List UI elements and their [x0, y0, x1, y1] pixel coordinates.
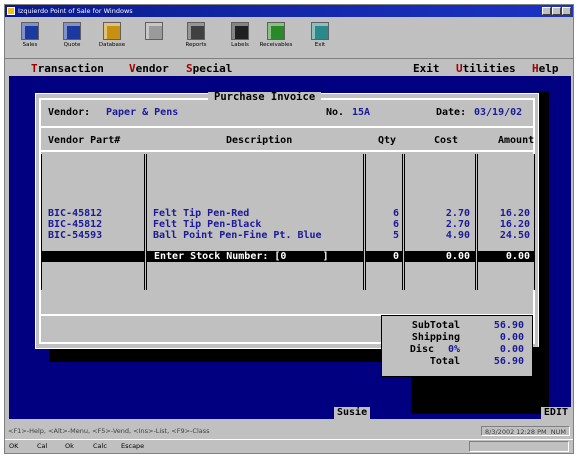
taskbar-item[interactable]: Ok [65, 440, 74, 453]
cell-qty: 6 [392, 219, 399, 230]
window-controls [542, 7, 571, 15]
reports-icon [187, 22, 205, 40]
cell-cost: 4.90 [445, 230, 470, 241]
entry-qty: 0 [392, 251, 399, 262]
header-qty: Qty [378, 135, 397, 146]
date-label: Date: [436, 107, 467, 118]
cell-part: BIC-54593 [48, 230, 103, 241]
invoice-no-value[interactable]: 15A [352, 107, 370, 119]
dos-console: Transaction Vendor Special Exit Utilitie… [9, 61, 571, 419]
cell-qty: 5 [392, 230, 399, 241]
cell-cost: 2.70 [445, 219, 470, 230]
disabled-icon [145, 22, 163, 40]
taskbar-item[interactable]: OK [9, 440, 18, 453]
title-bar: Izquierdo Point of Sale for Windows [5, 5, 573, 17]
subtotal-value: 56.90 [493, 320, 524, 331]
header-cost: Cost [434, 135, 459, 146]
maximize-button[interactable] [552, 7, 561, 15]
vendor-label: Vendor: [48, 107, 91, 118]
menu-vendor[interactable]: Vendor [129, 61, 169, 76]
total-value: 56.90 [493, 356, 524, 367]
divider [41, 150, 535, 152]
cell-description: Ball Point Pen-Fine Pt. Blue [153, 230, 322, 241]
taskbar-item[interactable]: Calc [93, 440, 107, 453]
status-bar: <F1>-Help, <Alt>-Menu, <F5>-Vend, <Ins>-… [5, 424, 573, 438]
cell-part: BIC-45812 [48, 208, 103, 219]
close-button[interactable] [562, 7, 571, 15]
cell-amount: 24.50 [499, 230, 530, 241]
cell-description: Felt Tip Pen-Black [153, 219, 262, 230]
window-title: Izquierdo Point of Sale for Windows [18, 7, 133, 15]
exit-icon [311, 22, 329, 40]
menu-transaction[interactable]: Transaction [31, 61, 104, 76]
menu-bar: Transaction Vendor Special Exit Utilitie… [9, 61, 571, 76]
toolbar-button-quote[interactable]: Quote [55, 20, 89, 56]
purchase-invoice-dialog: Purchase Invoice Vendor: Paper & Pens No… [35, 92, 539, 349]
entry-cost: 0.00 [445, 251, 470, 262]
entry-amount: 0.00 [505, 251, 530, 262]
cell-part: BIC-45812 [48, 219, 103, 230]
app-icon [7, 7, 15, 15]
toolbar-button-label: Exit [314, 42, 326, 48]
date-value[interactable]: 03/19/02 [474, 107, 522, 119]
menu-exit[interactable]: Exit [413, 61, 440, 76]
toolbar-button-receivables[interactable]: Receivables [259, 20, 293, 56]
shipping-value[interactable]: 0.00 [500, 332, 524, 343]
cell-qty: 6 [392, 208, 399, 219]
vendor-name[interactable]: Paper & Pens [106, 107, 178, 119]
disc-value: 0.00 [499, 344, 524, 355]
quote-icon [63, 22, 81, 40]
database-icon [103, 22, 121, 40]
cell-amount: 16.20 [499, 219, 530, 230]
stock-number-input[interactable]: Enter Stock Number: [0] [154, 251, 328, 262]
minimize-button[interactable] [542, 7, 551, 15]
toolbar-button-exit[interactable]: Exit [303, 20, 337, 56]
dialog-title: Purchase Invoice [208, 92, 322, 103]
toolbar-button-label: Receivables [259, 42, 293, 48]
toolbar-button-sales[interactable]: Sales [13, 20, 47, 56]
toolbar-button-reports[interactable]: Reports [179, 20, 213, 56]
receivables-icon [267, 22, 285, 40]
status-clock: 8/3/2002 12:28 PM NUM [481, 426, 570, 436]
app-window: Izquierdo Point of Sale for Windows Sale… [4, 4, 574, 454]
taskbar-item[interactable]: Escape [121, 440, 144, 453]
total-label: Total [429, 356, 460, 367]
system-tray [469, 441, 569, 452]
totals-panel: SubTotal 56.90 Shipping 0.00 Disc 0% 0.0… [381, 315, 533, 377]
user-indicator: Susie [334, 407, 371, 419]
shipping-label: Shipping [411, 332, 460, 343]
labels-icon [231, 22, 249, 40]
menu-utilities[interactable]: Utilities [456, 61, 516, 76]
toolbar: Sales Quote Database Reports Labels Receivabl… [5, 17, 573, 59]
cell-description: Felt Tip Pen-Red [153, 208, 250, 219]
bottom-taskbar: OK Cal Ok Calc Escape [5, 439, 573, 453]
mode-indicator: EDIT [540, 407, 571, 419]
entry-row-part [41, 251, 145, 262]
disc-label: Disc [409, 344, 434, 355]
header-description: Description [226, 135, 293, 146]
header-amount: Amount [498, 135, 535, 146]
invoice-no-label: No. [326, 107, 345, 118]
toolbar-button-label: Database [98, 42, 126, 48]
toolbar-button-label: Quote [63, 42, 81, 48]
toolbar-button-label: Reports [185, 42, 207, 48]
sales-icon [21, 22, 39, 40]
toolbar-button-labels[interactable]: Labels [223, 20, 257, 56]
cell-cost: 2.70 [445, 208, 470, 219]
key-help-text: <F1>-Help, <Alt>-Menu, <F5>-Vend, <Ins>-… [8, 427, 210, 435]
menu-special[interactable]: Special [186, 61, 232, 76]
menu-help[interactable]: Help [532, 61, 559, 76]
toolbar-button-label: Labels [231, 42, 249, 48]
toolbar-button-label: Sales [22, 42, 38, 48]
header-vendor-part: Vendor Part# [48, 135, 121, 146]
toolbar-button-disabled [137, 20, 171, 56]
subtotal-label: SubTotal [411, 320, 460, 331]
divider [41, 126, 535, 128]
disc-percent[interactable]: 0% [448, 344, 460, 355]
cell-amount: 16.20 [499, 208, 530, 219]
toolbar-button-database[interactable]: Database [95, 20, 129, 56]
taskbar-item[interactable]: Cal [37, 440, 47, 453]
